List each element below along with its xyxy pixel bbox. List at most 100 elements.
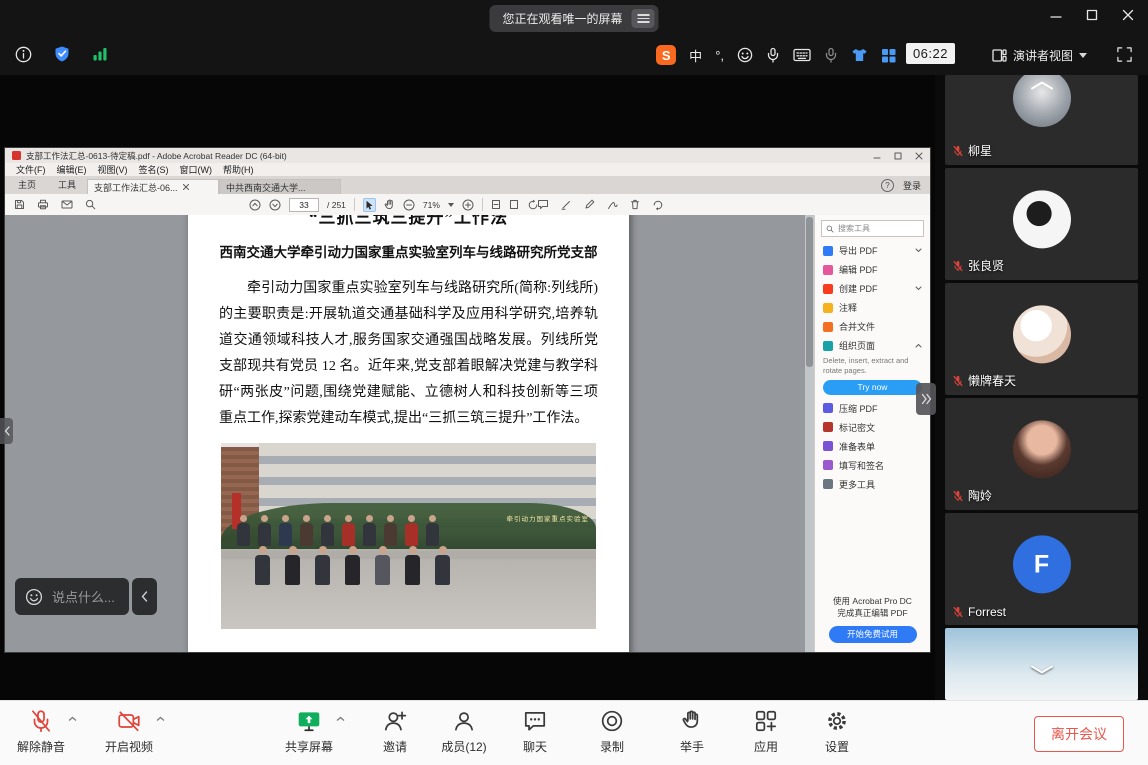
zoom-out-icon[interactable] <box>403 199 415 211</box>
participant-tile[interactable]: 柳星 <box>945 75 1138 165</box>
page-up-icon[interactable] <box>249 199 261 211</box>
mail-icon[interactable] <box>61 200 73 209</box>
scroll-down-button[interactable] <box>1029 664 1055 675</box>
scroll-up-button[interactable] <box>1029 80 1055 91</box>
tools-search-input[interactable]: 搜索工具 <box>821 220 924 237</box>
participant-tile[interactable]: F Forrest <box>945 513 1138 625</box>
tool-edit-pdf[interactable]: 编辑 PDF <box>815 260 930 279</box>
punctuation-mode-icon[interactable]: °, <box>715 48 724 63</box>
network-stats-icon[interactable] <box>92 46 108 62</box>
search-icon[interactable] <box>85 199 96 210</box>
chevron-down-icon[interactable] <box>915 286 922 291</box>
tab-tools[interactable]: 工具 <box>47 175 87 194</box>
menu-window[interactable]: 窗口(W) <box>175 163 218 176</box>
tool-compress-pdf[interactable]: 压缩 PDF <box>815 399 930 418</box>
chevron-down-icon[interactable] <box>915 248 922 253</box>
fullscreen-icon[interactable] <box>1116 46 1133 63</box>
sidebar-collapse-handle[interactable] <box>916 383 936 415</box>
voice-disabled-icon[interactable] <box>824 47 838 63</box>
hand-tool-icon[interactable] <box>384 199 395 210</box>
page-number-input[interactable]: 33 <box>289 198 319 212</box>
tool-more-tools[interactable]: 更多工具 <box>815 475 930 494</box>
chat-button[interactable]: 聊天 <box>496 708 574 755</box>
tool-comment[interactable]: 注释 <box>815 298 930 317</box>
chevron-up-icon[interactable] <box>156 716 165 722</box>
refresh-icon[interactable] <box>652 199 664 211</box>
sogou-input-icon[interactable]: S <box>656 45 676 65</box>
chevron-up-icon[interactable] <box>336 716 345 722</box>
trash-icon[interactable] <box>630 199 640 210</box>
tool-combine-files[interactable]: 合并文件 <box>815 317 930 336</box>
chinese-mode-icon[interactable]: 中 <box>689 46 702 65</box>
fit-page-icon[interactable] <box>509 199 519 210</box>
help-icon[interactable]: ? <box>881 179 894 192</box>
emoji-picker-icon[interactable] <box>737 47 753 63</box>
free-trial-button[interactable]: 开始免费试用 <box>829 626 917 643</box>
chevron-up-icon[interactable] <box>915 343 922 348</box>
participant-tile[interactable]: 懒牌春天 <box>945 283 1138 395</box>
members-button[interactable]: 成员(12) <box>425 708 503 755</box>
photo-building-sign: 牵引动力国家重点实验室 <box>507 513 590 523</box>
menu-help[interactable]: 帮助(H) <box>218 163 259 176</box>
acrobat-close-icon[interactable] <box>915 152 923 160</box>
page-down-icon[interactable] <box>269 199 281 211</box>
participant-tile-partial[interactable] <box>945 628 1138 700</box>
settings-button[interactable]: 设置 <box>798 708 876 755</box>
menu-sign[interactable]: 签名(S) <box>134 163 174 176</box>
participant-tile[interactable]: 张良贤 <box>945 168 1138 280</box>
maximize-icon[interactable] <box>1086 9 1098 21</box>
menu-view[interactable]: 视图(V) <box>93 163 133 176</box>
fit-width-icon[interactable] <box>491 199 501 210</box>
zoom-level-label[interactable]: 71% <box>423 200 440 210</box>
shield-protect-icon[interactable] <box>53 45 71 63</box>
tool-prepare-form[interactable]: 准备表单 <box>815 437 930 456</box>
pen-icon[interactable] <box>584 199 595 210</box>
try-now-button[interactable]: Try now <box>823 380 922 395</box>
leave-meeting-button[interactable]: 离开会议 <box>1034 716 1124 752</box>
viewer-scrollbar-thumb[interactable] <box>806 217 813 367</box>
invite-button[interactable]: 邀请 <box>356 708 434 755</box>
select-tool-chip[interactable] <box>363 198 376 212</box>
tool-export-pdf[interactable]: 导出 PDF <box>815 241 930 260</box>
highlight-icon[interactable] <box>561 199 572 210</box>
minimize-icon[interactable] <box>1050 9 1062 21</box>
acrobat-minimize-icon[interactable] <box>873 152 881 160</box>
skin-icon[interactable] <box>851 47 868 63</box>
info-icon[interactable] <box>15 46 32 63</box>
raise-hand-button[interactable]: 举手 <box>653 708 731 755</box>
comment-icon[interactable] <box>537 199 549 210</box>
chat-collapse-button[interactable] <box>132 578 157 615</box>
chevron-up-icon[interactable] <box>68 716 77 722</box>
tab-document-inactive[interactable]: 中共西南交通大学... <box>219 179 341 194</box>
chat-input[interactable]: 说点什么... <box>15 578 129 615</box>
record-button[interactable]: 录制 <box>573 708 651 755</box>
acrobat-maximize-icon[interactable] <box>894 152 902 160</box>
tool-organize-pages[interactable]: 组织页面 <box>815 336 930 355</box>
sign-in-link[interactable]: 登录 <box>903 179 921 192</box>
start-video-button[interactable]: 开启视频 <box>90 708 168 755</box>
left-panel-handle[interactable] <box>0 418 13 444</box>
print-icon[interactable] <box>37 199 49 210</box>
signature-icon[interactable] <box>607 199 618 210</box>
unmute-button[interactable]: 解除静音 <box>2 708 80 755</box>
banner-menu-icon[interactable] <box>632 9 655 28</box>
tab-document-active[interactable]: 支部工作法汇总-06... <box>87 179 219 194</box>
close-icon[interactable] <box>1122 9 1134 21</box>
toolbox-grid-icon[interactable] <box>881 48 896 63</box>
keyboard-icon[interactable] <box>793 48 811 62</box>
tool-fill-sign[interactable]: 填写和签名 <box>815 456 930 475</box>
view-mode-selector[interactable]: 演讲者视图 <box>986 43 1093 67</box>
tab-home[interactable]: 主页 <box>7 175 47 194</box>
share-screen-button[interactable]: 共享屏幕 <box>270 708 348 755</box>
tab-close-icon[interactable] <box>183 184 189 190</box>
save-icon[interactable] <box>14 199 25 210</box>
emoji-icon[interactable] <box>25 588 43 606</box>
participant-tile[interactable]: 陶姈 <box>945 398 1138 510</box>
zoom-caret-icon[interactable] <box>448 203 454 207</box>
tool-redact[interactable]: 标记密文 <box>815 418 930 437</box>
viewer-scrollbar[interactable] <box>805 215 814 652</box>
tool-create-pdf[interactable]: 创建 PDF <box>815 279 930 298</box>
zoom-in-icon[interactable] <box>462 199 474 211</box>
voice-input-icon[interactable] <box>766 47 780 63</box>
apps-button[interactable]: 应用 <box>727 708 805 755</box>
